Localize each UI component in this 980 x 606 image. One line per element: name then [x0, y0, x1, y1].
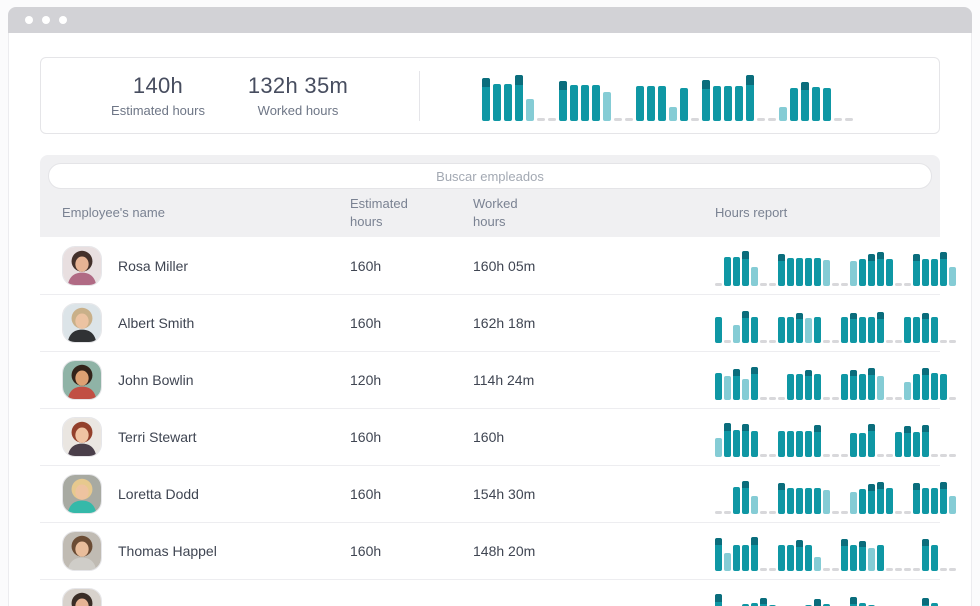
summary-card: 140h Estimated hours 132h 35m Worked hou…	[40, 57, 940, 134]
estimated-hours-label: Estimated hours	[93, 103, 223, 118]
worked-hours-label: Worked hours	[233, 103, 363, 118]
avatar	[62, 417, 102, 457]
table-row[interactable]: Thomas Happel 160h 148h 20m	[40, 522, 940, 579]
employee-name: John Bowlin	[118, 372, 194, 388]
table-row[interactable]: Rosa Miller 160h 160h 05m	[40, 237, 940, 294]
employees-table-card: Employee's name Estimated hours Worked h…	[40, 155, 940, 606]
table-row[interactable]: Loretta Dodd 160h 154h 30m	[40, 465, 940, 522]
worked-hours-value: 160h 05m	[473, 258, 680, 274]
window-control-dot-icon[interactable]	[59, 16, 67, 24]
table-row[interactable]	[40, 579, 940, 606]
estimated-hours-value: 120h	[350, 372, 473, 388]
summary-chart	[482, 75, 856, 121]
hours-report-chart	[715, 417, 958, 457]
estimated-hours-stat: 140h Estimated hours	[93, 73, 223, 118]
hours-report-chart	[715, 474, 958, 514]
estimated-hours-value: 160h	[350, 486, 473, 502]
estimated-hours-value: 160h	[350, 429, 473, 445]
estimated-hours-total: 140h	[93, 73, 223, 99]
avatar	[62, 246, 102, 286]
hours-report-chart	[715, 246, 958, 286]
hours-report-chart	[715, 531, 958, 571]
window-control-dot-icon[interactable]	[42, 16, 50, 24]
page-body: 140h Estimated hours 132h 35m Worked hou…	[8, 33, 972, 606]
worked-hours-stat: 132h 35m Worked hours	[233, 73, 363, 118]
employee-name: Terri Stewart	[118, 429, 197, 445]
hours-report-chart	[715, 303, 958, 343]
hours-report-chart	[715, 360, 958, 400]
avatar	[62, 474, 102, 514]
estimated-hours-value: 160h	[350, 315, 473, 331]
table-header-row: Employee's name Estimated hours Worked h…	[40, 189, 940, 237]
search-bar	[40, 155, 940, 189]
column-header-worked-hours: Worked hours	[473, 195, 545, 230]
window-titlebar	[8, 7, 972, 33]
employee-name: Thomas Happel	[118, 543, 217, 559]
avatar	[62, 360, 102, 400]
column-header-employee-name: Employee's name	[62, 204, 350, 222]
table-row[interactable]: John Bowlin 120h 114h 24m	[40, 351, 940, 408]
app-window: 140h Estimated hours 132h 35m Worked hou…	[0, 0, 980, 606]
window-controls[interactable]	[25, 16, 67, 24]
column-header-estimated-hours: Estimated hours	[350, 195, 422, 230]
table-row[interactable]: Albert Smith 160h 162h 18m	[40, 294, 940, 351]
worked-hours-value: 114h 24m	[473, 372, 680, 388]
worked-hours-value: 148h 20m	[473, 543, 680, 559]
search-input[interactable]	[48, 163, 932, 189]
estimated-hours-value: 160h	[350, 543, 473, 559]
summary-stats: 140h Estimated hours 132h 35m Worked hou…	[93, 73, 363, 118]
employee-name: Albert Smith	[118, 315, 194, 331]
worked-hours-total: 132h 35m	[233, 73, 363, 99]
worked-hours-value: 162h 18m	[473, 315, 680, 331]
table-body: Rosa Miller 160h 160h 05m Albert Smith 1…	[40, 237, 940, 606]
column-header-hours-report: Hours report	[680, 204, 940, 222]
employee-name: Rosa Miller	[118, 258, 188, 274]
table-row[interactable]: Terri Stewart 160h 160h	[40, 408, 940, 465]
avatar	[62, 303, 102, 343]
estimated-hours-value: 160h	[350, 258, 473, 274]
window-control-dot-icon[interactable]	[25, 16, 33, 24]
worked-hours-value: 160h	[473, 429, 680, 445]
avatar	[62, 531, 102, 571]
hours-report-chart	[715, 588, 958, 606]
avatar	[62, 588, 102, 606]
worked-hours-value: 154h 30m	[473, 486, 680, 502]
employee-name: Loretta Dodd	[118, 486, 199, 502]
vertical-divider	[419, 71, 420, 121]
